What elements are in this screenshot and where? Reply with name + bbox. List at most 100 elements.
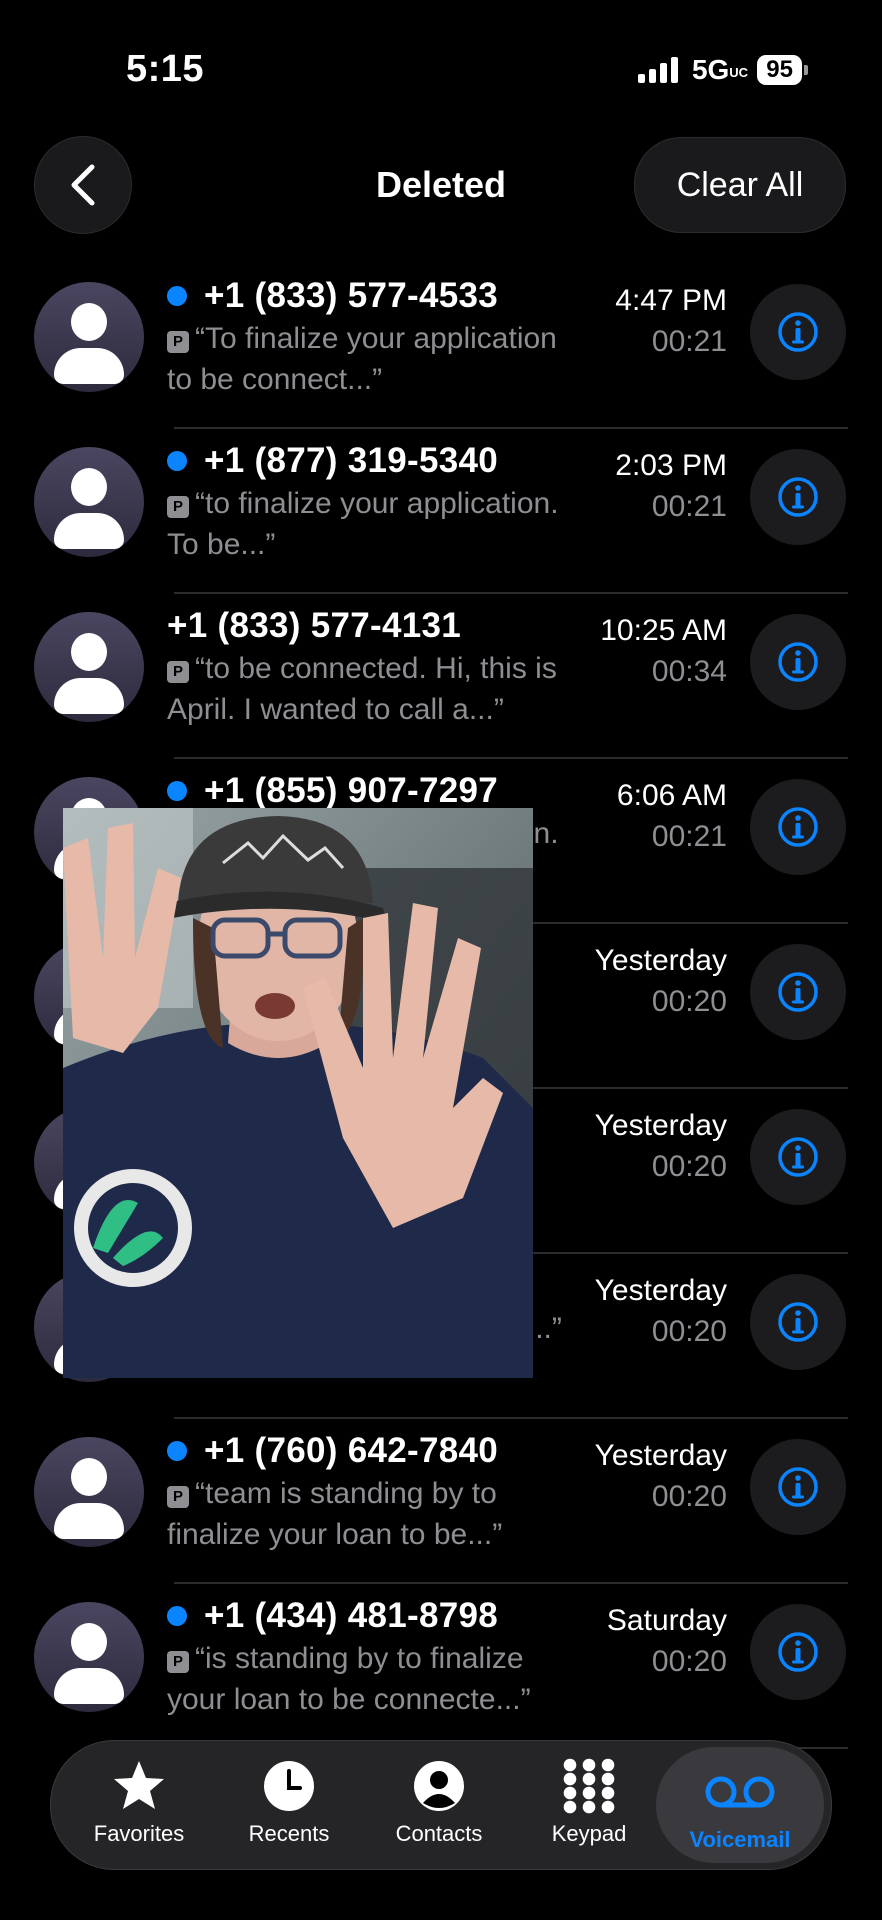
voicemail-duration: 00:20 [651, 1645, 727, 1678]
info-icon [778, 1302, 818, 1342]
info-button[interactable] [750, 449, 846, 545]
voicemail-duration: 00:21 [651, 325, 727, 358]
tab-keypad[interactable]: Keypad [514, 1741, 664, 1869]
transcript-snippet: P “to be connected. Hi, this is April. I … [167, 648, 587, 730]
voicemail-duration: 00:20 [651, 985, 727, 1018]
voicemail-row[interactable]: +1 (434) 481-8798 Saturday 00:20 P “is st… [0, 1584, 882, 1749]
tab-label: Keypad [551, 1821, 627, 1846]
voicemail-row[interactable]: +1 (877) 319-5340 2:03 PM 00:21 P “to fin… [0, 429, 882, 594]
tab-label: Recents [248, 1821, 330, 1846]
transcript-icon: P [167, 1486, 189, 1508]
tab-favorites[interactable]: Favorites [64, 1741, 214, 1869]
info-icon [778, 1632, 818, 1672]
transcript-icon: P [167, 1651, 189, 1673]
voicemail-time: 2:03 PM [615, 449, 727, 482]
transcript-snippet: P“to finalize your application. To be...… [167, 483, 587, 565]
voicemail-duration: 00:21 [651, 820, 727, 853]
status-icons: 5GUC 95 [637, 54, 808, 86]
signal-icon [637, 57, 678, 83]
voicemail-time: 4:47 PM [615, 284, 727, 317]
tab-bar: Favorites Recents Contacts Keypad Voicemail [50, 1740, 832, 1870]
caller-number: +1 (833) 577-4131 [167, 606, 462, 645]
voicemail-duration: 00:20 [651, 1150, 727, 1183]
tab-voicemail[interactable]: Voicemail [656, 1747, 824, 1863]
caller-number: +1 (760) 642-7840 [204, 1431, 499, 1470]
contact-avatar-icon [34, 1437, 144, 1547]
number-line: +1 (855) 907-7297 [167, 771, 498, 811]
network-sub: UC [729, 65, 749, 80]
info-button[interactable] [750, 1604, 846, 1700]
caller-number: +1 (434) 481-8798 [204, 1596, 499, 1635]
number-line: +1 (833) 577-4131 [167, 606, 461, 646]
info-icon [778, 477, 818, 517]
video-overlay [63, 808, 533, 1378]
voicemail-time: Yesterday [594, 1109, 727, 1142]
transcript-icon: P [167, 661, 189, 683]
star-icon [110, 1755, 168, 1817]
unread-dot-icon [167, 1606, 187, 1626]
number-line: +1 (434) 481-8798 [167, 1596, 498, 1636]
transcript-text: “team is standing by to finalize your lo… [167, 1477, 503, 1551]
number-line: +1 (833) 577-4533 [167, 276, 498, 316]
info-button[interactable] [750, 1109, 846, 1205]
transcript-icon: P [167, 331, 189, 353]
voicemail-time: 6:06 AM [616, 779, 727, 812]
person-circle-icon [412, 1755, 466, 1817]
voicemail-duration: 00:20 [651, 1480, 727, 1513]
info-icon [778, 972, 818, 1012]
voicemail-time: Yesterday [594, 944, 727, 977]
person-video-image [63, 808, 533, 1378]
tab-contacts[interactable]: Contacts [364, 1741, 514, 1869]
unread-dot-icon [167, 781, 187, 801]
number-line: +1 (877) 319-5340 [167, 441, 498, 481]
transcript-text: “to be connected. Hi, this is April. I w… [167, 652, 557, 726]
voicemail-time: Yesterday [594, 1439, 727, 1472]
battery-icon: 95 [757, 55, 808, 85]
info-button[interactable] [750, 1274, 846, 1370]
info-icon [778, 642, 818, 682]
contact-avatar-icon [34, 1602, 144, 1712]
info-icon [778, 312, 818, 352]
caller-number: +1 (833) 577-4533 [204, 276, 499, 315]
transcript-snippet: P “To finalize your application to be con… [167, 318, 587, 400]
contact-avatar-icon [34, 282, 144, 392]
info-icon [778, 1137, 818, 1177]
tab-label: Favorites [93, 1821, 185, 1846]
network-type: 5G [691, 54, 730, 85]
info-button[interactable] [750, 284, 846, 380]
voicemail-row[interactable]: +1 (760) 642-7840 Yesterday 00:20 P “team… [0, 1419, 882, 1584]
contact-avatar-icon [34, 612, 144, 722]
clock-icon [262, 1755, 316, 1817]
transcript-text: “to finalize your application. To be...” [167, 487, 559, 561]
transcript-text: “To finalize your application to be conn… [167, 322, 557, 396]
unread-dot-icon [167, 286, 187, 306]
caller-number: +1 (855) 907-7297 [204, 771, 499, 810]
unread-dot-icon [167, 451, 187, 471]
transcript-icon: P [167, 496, 189, 518]
info-button[interactable] [750, 944, 846, 1040]
info-button[interactable] [750, 614, 846, 710]
status-time: 5:15 [126, 48, 205, 90]
voicemail-time: 10:25 AM [600, 614, 727, 647]
transcript-text: “is standing by to finalize your loan to… [167, 1642, 531, 1716]
info-button[interactable] [750, 1439, 846, 1535]
keypad-icon [561, 1755, 617, 1817]
unread-dot-icon [167, 1441, 187, 1461]
number-line: +1 (760) 642-7840 [167, 1431, 498, 1471]
voicemail-duration: 00:20 [651, 1315, 727, 1348]
info-icon [778, 1467, 818, 1507]
tab-label: Voicemail [689, 1827, 791, 1852]
info-button[interactable] [750, 779, 846, 875]
clear-all-button[interactable]: Clear All [634, 137, 846, 233]
caller-number: +1 (877) 319-5340 [204, 441, 499, 480]
network-label: 5GUC [691, 54, 749, 86]
voicemail-row[interactable]: +1 (833) 577-4131 10:25 AM 00:34 P “to be… [0, 594, 882, 759]
tab-recents[interactable]: Recents [214, 1741, 364, 1869]
voicemail-duration: 00:34 [651, 655, 727, 688]
voicemail-time: Saturday [606, 1604, 727, 1637]
transcript-snippet: P“is standing by to finalize your loan t… [167, 1638, 587, 1720]
info-icon [778, 807, 818, 847]
tab-label: Contacts [395, 1821, 483, 1846]
contact-avatar-icon [34, 447, 144, 557]
voicemail-row[interactable]: +1 (833) 577-4533 4:47 PM 00:21 P “To fin… [0, 264, 882, 429]
